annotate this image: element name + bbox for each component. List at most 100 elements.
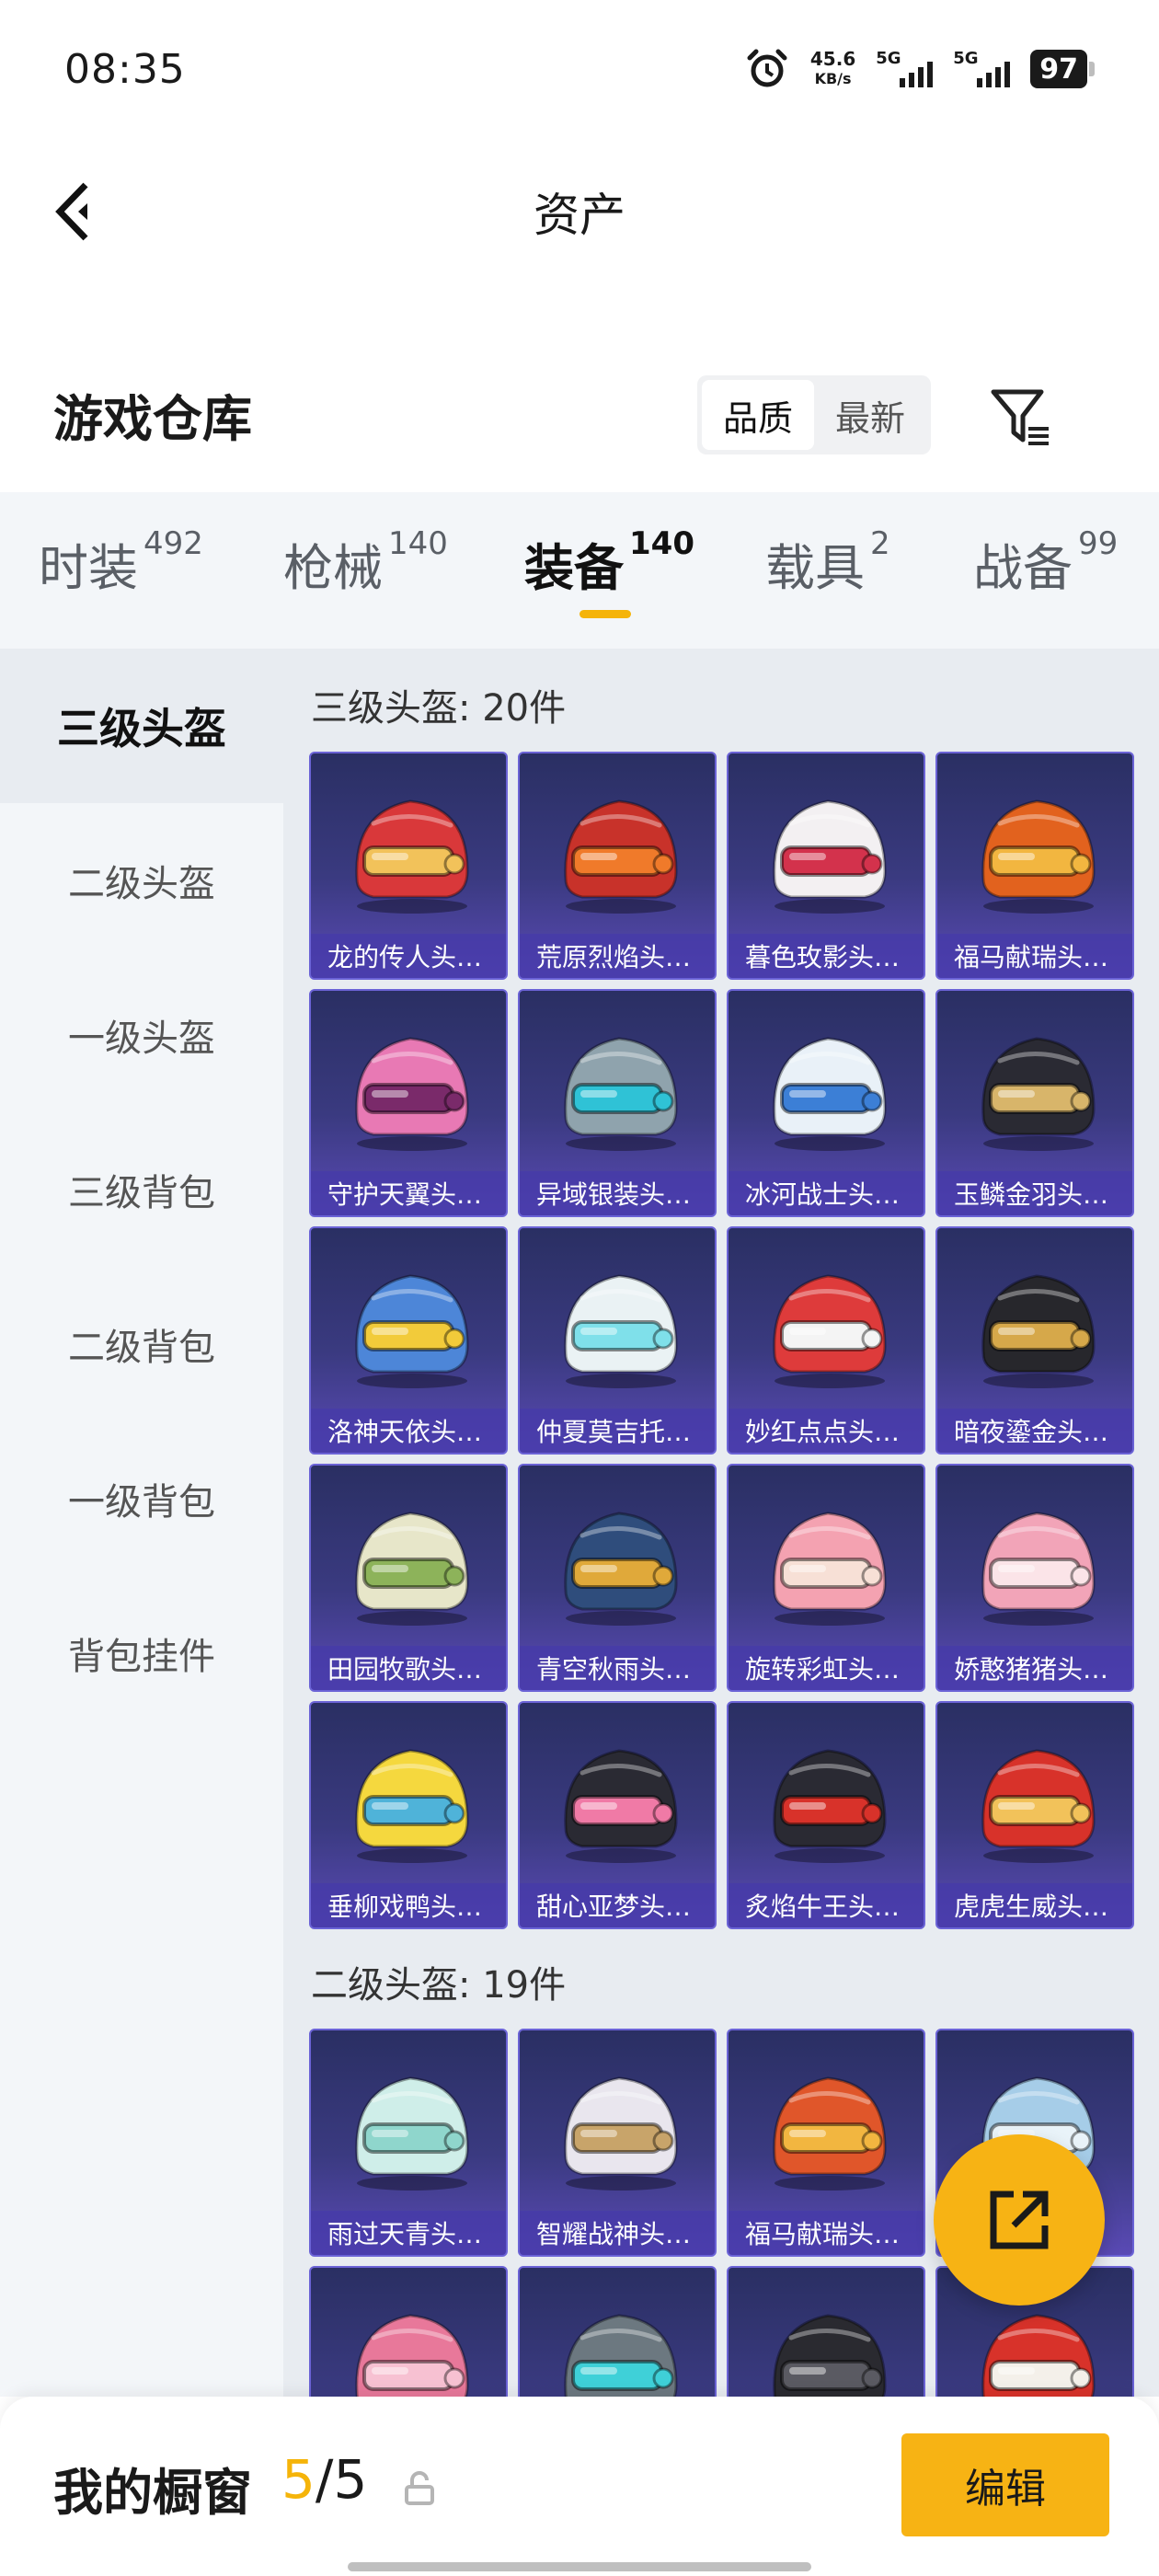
item-name: 旋转彩虹头… (729, 1646, 924, 1690)
showcase-total: 5 (333, 2448, 368, 2511)
status-icons: 45.6 KB/s 5G 5G 97 (744, 46, 1095, 92)
tab-equipment[interactable]: 装备 140 (524, 525, 694, 600)
signal-sim2-icon: 5G (953, 49, 1011, 89)
sim2-label: 5G (953, 49, 979, 68)
sidebar-item-level2-helmet[interactable]: 二级头盔 (0, 803, 283, 958)
item-card[interactable]: 暮色玫影头… (727, 752, 925, 980)
share-icon (990, 2191, 1049, 2249)
item-card[interactable] (309, 2266, 508, 2397)
tab-weapons[interactable]: 枪械 140 (283, 525, 448, 600)
item-card[interactable]: 田园牧歌头… (309, 1464, 508, 1692)
page-header: 资产 (0, 138, 1159, 285)
helmet-image (355, 1037, 469, 1151)
item-name: 垂柳戏鸭头… (311, 1883, 506, 1927)
tab-outfits[interactable]: 时装 492 (39, 525, 203, 600)
chevron-left-icon (55, 182, 88, 241)
home-indicator[interactable] (348, 2562, 811, 2571)
tab-label: 枪械 (283, 539, 383, 597)
item-card[interactable]: 福马献瑞头… (935, 752, 1134, 980)
tab-label: 战备 (973, 539, 1073, 597)
showcase-current: 5 (281, 2448, 316, 2511)
item-card[interactable] (518, 2266, 717, 2397)
item-card[interactable]: 守护天翼头… (309, 989, 508, 1217)
item-card[interactable] (727, 2266, 925, 2397)
item-card[interactable]: 旋转彩虹头… (727, 1464, 925, 1692)
item-card[interactable]: 玉鳞金羽头… (935, 989, 1134, 1217)
tab-vehicles[interactable]: 载具 2 (765, 525, 890, 600)
item-name: 福马献瑞头… (937, 934, 1132, 978)
active-tab-indicator (580, 610, 631, 618)
tab-label: 装备 (524, 539, 624, 597)
item-card[interactable]: 智耀战神头… (518, 2029, 717, 2257)
item-name: 福马献瑞头… (729, 2211, 924, 2255)
helmet-image (981, 1037, 1096, 1151)
sort-latest-button[interactable]: 最新 (814, 380, 926, 450)
item-card[interactable]: 炙焰牛王头… (727, 1701, 925, 1929)
sidebar-item-level3-backpack[interactable]: 三级背包 (0, 1112, 283, 1267)
sort-quality-button[interactable]: 品质 (702, 380, 814, 450)
sort-toggle: 品质 最新 (697, 375, 931, 454)
tab-count: 140 (629, 525, 694, 562)
back-button[interactable] (37, 175, 110, 248)
item-grid-level3: 龙的传人头… 荒原烈焰头… 暮色玫影头… 福马献瑞头… 守护天翼头… 异域银装头… 冰河战士… (309, 752, 1134, 1929)
item-card[interactable]: 青空秋雨头… (518, 1464, 717, 1692)
sidebar-item-level1-backpack[interactable]: 一级背包 (0, 1421, 283, 1576)
warehouse-title: 游戏仓库 (53, 389, 252, 448)
helmet-image (773, 1749, 887, 1863)
item-card[interactable]: 娇憨猪猪头… (935, 1464, 1134, 1692)
helmet-image (773, 799, 887, 914)
item-card[interactable]: 甜心亚梦头… (518, 1701, 717, 1929)
sidebar-item-level2-backpack[interactable]: 二级背包 (0, 1267, 283, 1421)
item-name: 青空秋雨头… (520, 1646, 715, 1690)
battery-level: 97 (1030, 50, 1087, 88)
item-name: 玉鳞金羽头… (937, 1171, 1132, 1215)
subcategory-sidebar: 三级头盔 二级头盔 一级头盔 三级背包 二级背包 一级背包 背包挂件 (0, 649, 283, 2397)
tab-supplies[interactable]: 战备 99 (973, 525, 1119, 600)
item-card[interactable]: 荒原烈焰头… (518, 752, 717, 980)
item-name: 荒原烈焰头… (520, 934, 715, 978)
status-time: 08:35 (64, 45, 186, 93)
helmet-image (773, 1512, 887, 1626)
section-title-level3: 三级头盔: 20件 (311, 687, 567, 730)
item-name: 虎虎生威头… (937, 1883, 1132, 1927)
showcase-label: 我的橱窗 (53, 2464, 252, 2522)
sidebar-item-backpack-charm[interactable]: 背包挂件 (0, 1576, 283, 1731)
item-name: 娇憨猪猪头… (937, 1646, 1132, 1690)
sidebar-item-level3-helmet[interactable]: 三级头盔 (0, 649, 283, 803)
item-card[interactable]: 雨过天青头… (309, 2029, 508, 2257)
lock-icon (405, 2471, 434, 2505)
helmet-image (564, 1274, 678, 1388)
helmet-image (564, 1037, 678, 1151)
tab-label: 时装 (39, 539, 138, 597)
item-card[interactable]: 洛神天依头… (309, 1226, 508, 1455)
filter-icon[interactable] (984, 379, 1058, 453)
item-card[interactable]: 垂柳戏鸭头… (309, 1701, 508, 1929)
sidebar-item-level1-helmet[interactable]: 一级头盔 (0, 958, 283, 1112)
helmet-image (981, 2314, 1096, 2397)
tab-label: 载具 (765, 539, 865, 597)
item-name: 炙焰牛王头… (729, 1883, 924, 1927)
item-card[interactable]: 异域银装头… (518, 989, 717, 1217)
item-card[interactable]: 仲夏莫吉托… (518, 1226, 717, 1455)
edit-button[interactable]: 编辑 (901, 2433, 1109, 2536)
bottom-bar: 我的橱窗 5 / 5 编辑 (0, 2397, 1159, 2576)
tab-count: 99 (1078, 525, 1119, 562)
item-card[interactable]: 虎虎生威头… (935, 1701, 1134, 1929)
item-card[interactable]: 福马献瑞头… (727, 2029, 925, 2257)
helmet-image (564, 2314, 678, 2397)
tab-count: 2 (870, 525, 890, 562)
helmet-image (355, 1512, 469, 1626)
tab-count: 140 (388, 525, 448, 562)
item-card[interactable]: 暗夜鎏金头… (935, 1226, 1134, 1455)
item-card[interactable]: 龙的传人头… (309, 752, 508, 980)
helmet-image (355, 2314, 469, 2397)
helmet-image (981, 1512, 1096, 1626)
item-card[interactable]: 冰河战士头… (727, 989, 925, 1217)
item-card[interactable]: 妙红点点头… (727, 1226, 925, 1455)
item-name: 异域银装头… (520, 1171, 715, 1215)
share-button[interactable] (934, 2134, 1105, 2306)
status-bar: 08:35 45.6 KB/s 5G 5G 97 (0, 0, 1159, 138)
item-name: 守护天翼头… (311, 1171, 506, 1215)
helmet-image (981, 1749, 1096, 1863)
category-tabs: 时装 492 枪械 140 装备 140 载具 2 战备 99 (0, 492, 1159, 649)
